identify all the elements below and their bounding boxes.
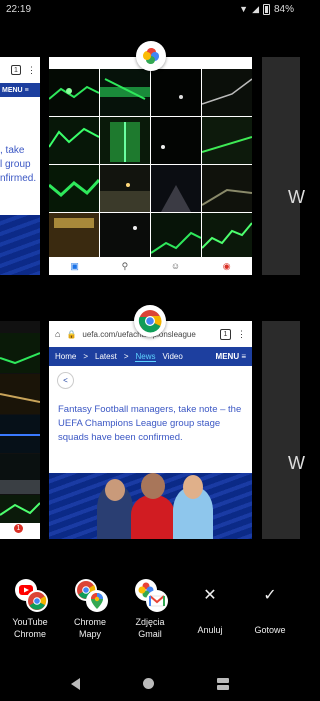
system-nav-bar: [0, 666, 300, 701]
app-pair-youtube-chrome[interactable]: YouTube Chrome: [7, 576, 53, 640]
photo-thumbnail: [151, 213, 201, 260]
photos-app-icon[interactable]: [136, 41, 166, 71]
chrome-app-icon[interactable]: [134, 305, 166, 337]
tab-count-icon: 1: [11, 65, 21, 75]
nav-separator: >: [83, 352, 89, 361]
recent-app-card-chrome-partial[interactable]: 1 ⋮ MENU ≡ , take l group nfirmed.: [0, 57, 40, 275]
site-nav-bar: Home > Latest > News Video MENU ≡: [49, 347, 252, 366]
gmail-icon: [146, 590, 168, 612]
home-button-icon[interactable]: [142, 678, 154, 689]
site-nav-bar: MENU ≡: [0, 83, 40, 97]
close-icon: ✕: [203, 587, 217, 604]
recents-icon[interactable]: [216, 677, 229, 690]
photo-thumbnail: [0, 374, 40, 414]
app-pair-label: Chrome Mapy: [73, 617, 106, 639]
photo-thumbnail: [151, 165, 201, 212]
photo-thumbnail: [49, 69, 99, 116]
photo-thumbnail: [202, 69, 252, 116]
more-icon: ⋮: [27, 64, 36, 75]
recent-app-card-photos-partial[interactable]: 1: [0, 321, 40, 539]
photo-thumbnail: [151, 117, 201, 164]
library-tab-icon[interactable]: ◉: [223, 261, 231, 272]
signal-icon: ◢: [252, 3, 259, 14]
done-label: Gotowe: [254, 625, 286, 635]
app-pair-chrome-maps[interactable]: Chrome Mapy: [67, 576, 113, 640]
photo-thumbnail: [49, 213, 99, 260]
photo-thumbnail: [0, 333, 40, 373]
menu-icon: ≡: [24, 86, 29, 94]
nav-menu-label: MENU: [2, 86, 23, 94]
article-text: Fantasy Football managers, take note – t…: [58, 404, 242, 443]
photo-thumbnail: [100, 69, 150, 116]
photo-thumbnail: [202, 117, 252, 164]
photo-thumbnail: [0, 454, 40, 494]
recent-app-card-partial-right[interactable]: W: [262, 57, 305, 275]
nav-menu-button[interactable]: MENU ≡: [216, 352, 246, 361]
recent-app-card-chrome[interactable]: ⌂ 🔒 uefa.com/uefachampionsleague 1 ⋮ Hom…: [49, 321, 252, 539]
photo-thumbnail: [100, 117, 150, 164]
card-letter: W: [288, 453, 305, 473]
check-icon: ✓: [263, 587, 277, 604]
app-pair-photos-gmail[interactable]: Zdjęcia Gmail: [127, 576, 173, 640]
photo-thumbnail: [202, 213, 252, 260]
tab-count-icon[interactable]: 1: [220, 328, 231, 340]
maps-icon: [86, 590, 108, 612]
photo-thumbnail: [0, 495, 40, 523]
card-letter: W: [288, 187, 305, 207]
status-bar: 22:19 ▼ ◢ 84%: [0, 0, 300, 18]
photo-thumbnail: [100, 213, 150, 260]
photo-thumbnail: [100, 165, 150, 212]
share-icon[interactable]: <: [57, 372, 74, 389]
done-button[interactable]: ✓ Gotowe: [250, 585, 290, 635]
home-icon[interactable]: ⌂: [55, 329, 60, 339]
app-pair-label: Zdjęcia Gmail: [135, 617, 165, 639]
article-snippet: , take l group nfirmed.: [0, 145, 37, 184]
photos-tab-icon[interactable]: ▣: [70, 261, 79, 272]
app-pair-label: YouTube Chrome: [12, 617, 48, 639]
wifi-icon: ▼: [239, 4, 249, 14]
nav-item-news[interactable]: News: [135, 352, 156, 362]
photos-bottom-nav: 1: [0, 523, 40, 539]
battery-icon: [262, 3, 270, 15]
battery-percent: 84%: [273, 3, 294, 15]
nav-item-video[interactable]: Video: [163, 352, 183, 361]
nav-item-latest[interactable]: Latest: [95, 352, 117, 361]
recent-app-card-photos[interactable]: ▣ ⚲ ☺ ◉: [49, 57, 252, 275]
cancel-button[interactable]: ✕ Anuluj: [190, 585, 230, 635]
players-hero-image: [49, 473, 252, 539]
sharing-tab-icon[interactable]: ☺: [171, 261, 180, 271]
library-badge: 1: [14, 524, 23, 533]
cancel-label: Anuluj: [197, 625, 223, 635]
back-icon[interactable]: [71, 677, 81, 690]
search-tab-icon[interactable]: ⚲: [122, 261, 129, 272]
photo-thumbnail: [49, 165, 99, 212]
clock: 22:19: [6, 3, 32, 15]
more-icon[interactable]: ⋮: [237, 329, 246, 340]
lock-icon: 🔒: [66, 329, 77, 339]
photo-thumbnail: [49, 117, 99, 164]
chrome-icon: [26, 590, 48, 612]
nav-item-home[interactable]: Home: [55, 352, 76, 361]
photo-grid: [49, 69, 252, 260]
photo-thumbnail: [202, 165, 252, 212]
photos-bottom-nav: ▣ ⚲ ☺ ◉: [49, 257, 252, 275]
photo-thumbnail: [0, 415, 40, 453]
photo-thumbnail: [151, 69, 201, 116]
recent-app-card-partial-right[interactable]: W: [262, 321, 305, 539]
nav-separator: >: [123, 352, 129, 361]
banner-image: [0, 215, 40, 275]
